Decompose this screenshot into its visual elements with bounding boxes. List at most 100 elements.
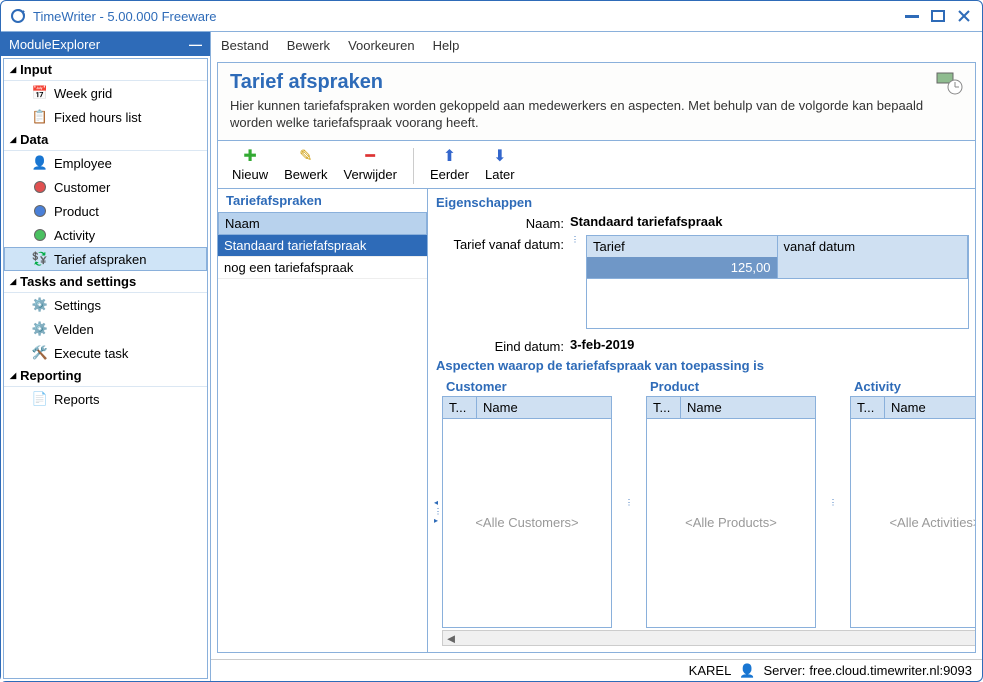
nav-week-grid[interactable]: 📅Week grid xyxy=(4,81,207,105)
person-icon: 👤 xyxy=(32,155,48,171)
nav-customer[interactable]: Customer xyxy=(4,175,207,199)
btn-later[interactable]: ⬇Later xyxy=(479,145,521,184)
btn-bewerk[interactable]: ✎Bewerk xyxy=(278,145,333,184)
menu-bestand[interactable]: Bestand xyxy=(221,38,269,53)
module-explorer-header: ModuleExplorer — xyxy=(1,32,210,56)
aspect-activity: Activity T...Name <Alle Activities> xyxy=(850,377,975,628)
drag-handle-icon[interactable]: ⋮ xyxy=(570,235,580,244)
aspects-title: Aspecten waarop de tariefafspraak van to… xyxy=(434,354,969,377)
col-name[interactable]: Name xyxy=(681,397,815,418)
value-eind-datum: 3-feb-2019 xyxy=(570,337,969,352)
status-user: KAREL xyxy=(689,663,732,678)
menubar: Bestand Bewerk Voorkeuren Help xyxy=(211,32,982,58)
aspect-title: Customer xyxy=(442,377,612,396)
drag-handle-icon[interactable]: ⋮ xyxy=(828,377,838,628)
status-server: free.cloud.timewriter.nl:9093 xyxy=(809,663,972,678)
cat-data[interactable]: Data xyxy=(4,129,207,151)
red-circle-icon xyxy=(32,179,48,195)
app-icon xyxy=(9,7,27,25)
list-icon: 📋 xyxy=(32,109,48,125)
col-name[interactable]: Name xyxy=(477,397,611,418)
drag-handle-icon[interactable]: ⋮ xyxy=(624,377,634,628)
btn-nieuw[interactable]: ✚Nieuw xyxy=(226,145,274,184)
blue-circle-icon xyxy=(32,203,48,219)
label-naam: Naam: xyxy=(434,214,564,231)
green-circle-icon xyxy=(32,227,48,243)
page-title: Tarief afspraken xyxy=(230,71,925,94)
nav-velden[interactable]: ⚙️Velden xyxy=(4,317,207,341)
aspect-title: Product xyxy=(646,377,816,396)
module-explorer: ModuleExplorer — Input 📅Week grid 📋Fixed… xyxy=(1,32,211,681)
aspect-product: Product T...Name <Alle Products> xyxy=(646,377,816,628)
nav-activity[interactable]: Activity xyxy=(4,223,207,247)
aspect-placeholder: <Alle Products> xyxy=(647,419,815,627)
horizontal-scrollbar[interactable]: ◄► xyxy=(442,630,975,646)
col-tarief[interactable]: Tarief xyxy=(587,236,778,257)
toolbar: ✚Nieuw ✎Bewerk ━Verwijder ⬆Eerder ⬇Later xyxy=(218,141,975,189)
person-icon: 👤 xyxy=(739,663,755,679)
list-title: Tariefafspraken xyxy=(218,189,427,212)
plus-icon: ✚ xyxy=(241,147,259,165)
aspect-placeholder: <Alle Customers> xyxy=(443,419,611,627)
tools-icon: 🛠️ xyxy=(32,345,48,361)
col-vanaf[interactable]: vanaf datum xyxy=(778,236,969,257)
menu-bewerk[interactable]: Bewerk xyxy=(287,38,330,53)
aspect-title: Activity xyxy=(850,377,975,396)
cat-input[interactable]: Input xyxy=(4,59,207,81)
nav-employee[interactable]: 👤Employee xyxy=(4,151,207,175)
minus-icon: ━ xyxy=(361,147,379,165)
col-t[interactable]: T... xyxy=(647,397,681,418)
nav-tarief-afspraken[interactable]: 💱Tarief afspraken xyxy=(4,247,207,271)
list-row[interactable]: Standaard tariefafspraak xyxy=(218,235,427,257)
gear-icon: ⚙️ xyxy=(32,297,48,313)
statusbar: KAREL 👤 Server: free.cloud.timewriter.nl… xyxy=(211,659,982,681)
pencil-icon: ✎ xyxy=(297,147,315,165)
tariefafspraken-list: Tariefafspraken Naam Standaard tariefafs… xyxy=(218,189,428,652)
calendar-icon: 📅 xyxy=(32,85,48,101)
tarief-table: Tarief vanaf datum 125,00 xyxy=(586,235,969,279)
label-eind-datum: Eind datum: xyxy=(434,337,564,354)
maximize-button[interactable] xyxy=(928,8,948,24)
arrow-up-icon: ⬆ xyxy=(440,147,458,165)
col-t[interactable]: T... xyxy=(851,397,885,418)
cat-reporting[interactable]: Reporting xyxy=(4,365,207,387)
cat-tasks[interactable]: Tasks and settings xyxy=(4,271,207,293)
arrow-down-icon: ⬇ xyxy=(491,147,509,165)
scroll-left-icon[interactable]: ◄ xyxy=(443,631,459,646)
value-naam: Standaard tariefafspraak xyxy=(570,214,969,229)
drag-handle-icon[interactable]: ◂⋮▸ xyxy=(434,377,442,646)
list-col-naam[interactable]: Naam xyxy=(218,212,427,235)
gear-icon: ⚙️ xyxy=(32,321,48,337)
page-subtitle: Hier kunnen tariefafspraken worden gekop… xyxy=(230,98,925,132)
module-explorer-title: ModuleExplorer xyxy=(9,37,100,52)
properties-title: Eigenschappen xyxy=(434,191,969,214)
collapse-icon[interactable]: — xyxy=(189,37,202,52)
nav-execute-task[interactable]: 🛠️Execute task xyxy=(4,341,207,365)
col-name[interactable]: Name xyxy=(885,397,975,418)
page-header: Tarief afspraken Hier kunnen tariefafspr… xyxy=(218,63,975,141)
tarief-icon: 💱 xyxy=(32,251,48,267)
cell-tarief[interactable]: 125,00 xyxy=(587,257,778,278)
aspect-customer: Customer T...Name <Alle Customers> xyxy=(442,377,612,628)
header-icon xyxy=(935,71,963,95)
titlebar: TimeWriter - 5.00.000 Freeware xyxy=(1,1,982,31)
aspect-placeholder: <Alle Activities> xyxy=(851,419,975,627)
cell-vanaf[interactable] xyxy=(778,257,969,278)
report-icon: 📄 xyxy=(32,391,48,407)
status-server-label: Server: xyxy=(764,663,806,678)
nav-product[interactable]: Product xyxy=(4,199,207,223)
nav-tree: Input 📅Week grid 📋Fixed hours list Data … xyxy=(3,58,208,679)
list-row[interactable]: nog een tariefafspraak xyxy=(218,257,427,279)
col-t[interactable]: T... xyxy=(443,397,477,418)
btn-eerder[interactable]: ⬆Eerder xyxy=(424,145,475,184)
minimize-button[interactable] xyxy=(902,8,922,24)
nav-fixed-hours[interactable]: 📋Fixed hours list xyxy=(4,105,207,129)
window-title: TimeWriter - 5.00.000 Freeware xyxy=(33,9,217,24)
menu-help[interactable]: Help xyxy=(433,38,460,53)
nav-reports[interactable]: 📄Reports xyxy=(4,387,207,411)
close-button[interactable] xyxy=(954,8,974,24)
btn-verwijder[interactable]: ━Verwijder xyxy=(337,145,402,184)
label-tarief-vanaf: Tarief vanaf datum: xyxy=(434,235,564,252)
menu-voorkeuren[interactable]: Voorkeuren xyxy=(348,38,415,53)
nav-settings[interactable]: ⚙️Settings xyxy=(4,293,207,317)
